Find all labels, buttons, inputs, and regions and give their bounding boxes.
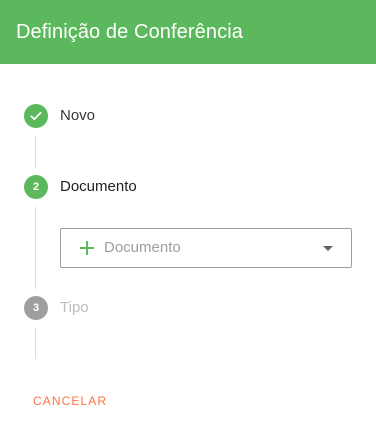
check-icon — [30, 111, 42, 121]
document-select-placeholder: Documento — [104, 239, 181, 256]
dialog-title: Definição de Conferência — [16, 20, 243, 43]
step-3-number-icon: 3 — [24, 296, 48, 320]
dialog-header: Definição de Conferência — [0, 0, 376, 64]
step-1-label[interactable]: Novo — [60, 107, 95, 124]
definition-dialog: Definição de Conferência Novo 2 Document… — [0, 0, 376, 424]
step-connector — [35, 207, 36, 289]
plus-icon — [80, 241, 94, 255]
step-connector — [35, 328, 36, 359]
step-2-number-icon: 2 — [24, 175, 48, 199]
chevron-down-icon[interactable] — [323, 246, 333, 251]
step-3-label[interactable]: Tipo — [60, 299, 89, 316]
cancel-button[interactable]: CANCELAR — [33, 394, 107, 408]
step-2-label[interactable]: Documento — [60, 178, 137, 195]
step-connector — [35, 136, 36, 168]
step-1-check-icon — [24, 104, 48, 128]
document-select[interactable]: Documento — [60, 228, 352, 268]
